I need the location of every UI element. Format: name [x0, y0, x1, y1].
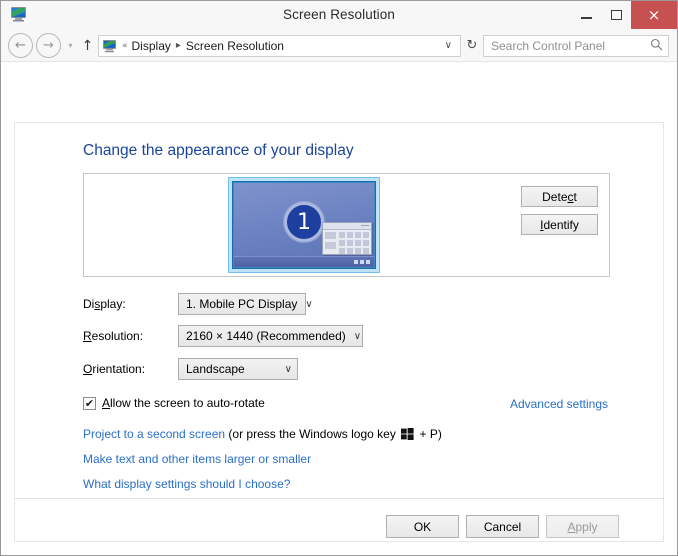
breadcrumb-overflow-icon[interactable]: « [122, 41, 128, 51]
chevron-down-icon: ∨ [353, 330, 362, 342]
identify-button[interactable]: Identify [521, 214, 598, 235]
orientation-row: Orientation: Landscape ∨ [83, 358, 298, 380]
cancel-button[interactable]: Cancel [466, 515, 539, 538]
page-title: Change the appearance of your display [83, 142, 354, 159]
display-row: Display: 1. Mobile PC Display ∨ [83, 293, 313, 315]
detect-button[interactable]: Detect [521, 186, 598, 207]
display-preview-panel: 1 Detect Identify [83, 173, 610, 277]
what-display-settings-link[interactable]: What display settings should I choose? [83, 477, 442, 491]
desktop-window-thumbnail [322, 222, 372, 255]
project-second-screen-row: Project to a second screen (or press the… [83, 427, 442, 441]
orientation-dropdown-value: Landscape [186, 362, 245, 376]
title-bar: Screen Resolution × [1, 1, 677, 30]
minimize-button[interactable] [571, 1, 601, 29]
apply-button[interactable]: Apply [546, 515, 619, 538]
thumbnail-body [323, 230, 371, 256]
address-display-monitor-icon [102, 39, 118, 53]
breadcrumb-item-screen-resolution[interactable]: Screen Resolution [186, 39, 284, 53]
address-bar[interactable]: « Display ▸ Screen Resolution ∨ [98, 34, 461, 57]
monitor-screen: 1 [234, 183, 374, 267]
auto-rotate-checkbox[interactable]: ✔ [83, 396, 96, 410]
orientation-dropdown[interactable]: Landscape ∨ [178, 358, 298, 380]
navigation-bar: ← → ▾ ↑ « Display ▸ Screen Resolution ∨ … [1, 30, 677, 61]
search-box[interactable]: Search Control Panel [483, 34, 669, 57]
ok-button[interactable]: OK [386, 515, 459, 538]
content-area: Change the appearance of your display 1 [1, 61, 677, 555]
display-dropdown[interactable]: 1. Mobile PC Display ∨ [178, 293, 313, 315]
maximize-button[interactable] [601, 1, 631, 29]
display-label: Display: [83, 297, 126, 311]
make-text-larger-link[interactable]: Make text and other items larger or smal… [83, 452, 442, 466]
identify-button-label: Identify [540, 217, 579, 232]
minimize-icon [580, 17, 592, 19]
close-icon: × [647, 5, 661, 24]
breadcrumb-separator-icon[interactable]: ▸ [176, 40, 181, 51]
thumbnail-sidebar [325, 232, 336, 254]
project-hint-after: + P) [416, 427, 442, 441]
apply-button-label: Apply [567, 519, 598, 534]
orientation-label: Orientation: [83, 362, 146, 376]
project-to-second-screen-link[interactable]: Project to a second screen [83, 427, 225, 441]
resolution-dropdown-value: 2160 × 1440 (Recommended) [186, 329, 346, 343]
auto-rotate-label: Allow the screen to auto-rotate [102, 396, 265, 410]
monitor-preview-1[interactable]: 1 [228, 177, 380, 273]
search-icon [650, 38, 663, 54]
chevron-down-icon: ∨ [284, 363, 292, 375]
search-input[interactable]: Search Control Panel [491, 39, 650, 53]
resolution-dropdown[interactable]: 2160 × 1440 (Recommended) ∨ [178, 325, 363, 347]
windows-logo-icon [401, 428, 414, 441]
back-button[interactable]: ← [8, 33, 33, 58]
caption-button-group: × [571, 1, 677, 29]
maximize-icon [610, 10, 622, 20]
thumbnail-tray-icons [354, 260, 370, 264]
footer-separator [14, 498, 664, 499]
up-button[interactable]: ↑ [78, 39, 97, 53]
monitor-number-badge: 1 [284, 202, 324, 242]
thumbnail-taskbar [234, 256, 374, 267]
breadcrumb-item-display[interactable]: Display [132, 39, 171, 53]
screen-resolution-window: Screen Resolution × ← → ▾ ↑ « Display ▸ … [0, 0, 678, 556]
display-dropdown-value: 1. Mobile PC Display [186, 297, 298, 311]
preview-button-group: Detect Identify [521, 186, 598, 235]
advanced-settings-link[interactable]: Advanced settings [510, 397, 608, 411]
close-button[interactable]: × [631, 1, 677, 29]
help-links: Project to a second screen (or press the… [83, 427, 442, 491]
auto-rotate-row[interactable]: ✔ Allow the screen to auto-rotate [83, 396, 265, 410]
dialog-button-group: OK Cancel Apply [386, 515, 619, 538]
detect-button-label: Detect [542, 189, 577, 204]
forward-button[interactable]: → [36, 33, 61, 58]
resolution-label: Resolution: [83, 329, 144, 343]
resolution-row: Resolution: 2160 × 1440 (Recommended) ∨ [83, 325, 363, 347]
address-history-chevron-down-icon[interactable]: ∨ [439, 40, 458, 51]
thumbnail-titlebar [323, 223, 371, 230]
refresh-icon[interactable]: ↻ [461, 39, 483, 52]
monitor-bezel: 1 [232, 181, 376, 269]
monitor-selection-glow: 1 [228, 177, 380, 273]
project-hint-before: (or press the Windows logo key [225, 427, 400, 441]
chevron-down-icon: ∨ [305, 298, 313, 310]
recent-pages-icon[interactable]: ▾ [64, 41, 77, 50]
thumbnail-grid [339, 232, 369, 254]
